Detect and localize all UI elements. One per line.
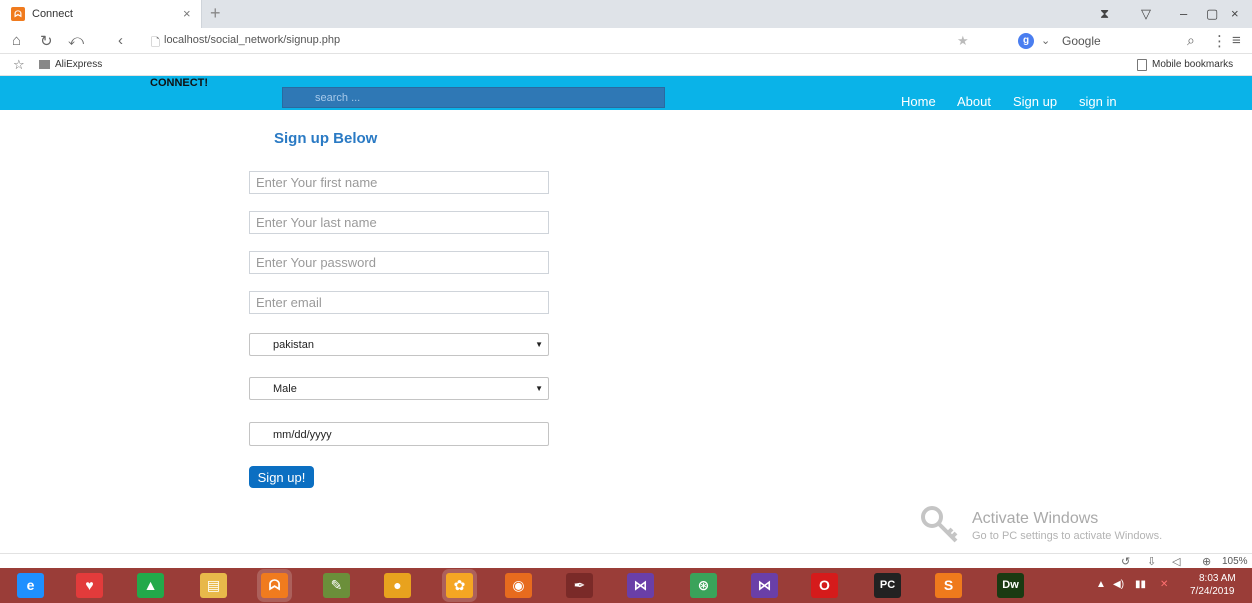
- sound-icon[interactable]: ◁: [1172, 555, 1180, 568]
- clock-time[interactable]: 8:03 AM: [1199, 573, 1236, 584]
- folder-icon: [39, 60, 50, 69]
- activate-windows-title: Activate Windows: [972, 510, 1099, 527]
- zoom-icon[interactable]: ⊕: [1202, 555, 1211, 568]
- visual-studio-icon[interactable]: ⋈: [627, 573, 654, 598]
- nav-sign-up[interactable]: Sign up: [1013, 94, 1057, 109]
- more-icon[interactable]: ⋮: [1212, 32, 1227, 50]
- xampp-icon[interactable]: ᗣ: [261, 573, 288, 598]
- new-tab-icon[interactable]: +: [210, 3, 221, 24]
- volume-icon[interactable]: ◀): [1113, 579, 1124, 590]
- site-brand[interactable]: CONNECT!: [150, 77, 208, 89]
- bookmarks-star-icon[interactable]: ☆: [13, 57, 25, 73]
- google-drive-icon[interactable]: ▲: [137, 573, 164, 598]
- mobile-icon: [1137, 59, 1147, 71]
- visual-studio-2-icon[interactable]: ⋈: [751, 573, 778, 598]
- zoom-level[interactable]: 105%: [1222, 556, 1248, 567]
- windows-taskbar: ▲ ◀) ▮▮ ✕ 8:03 AM 7/24/2019 e ♥ ▲ ▤ ᗣ ✎ ● ✿ ◉ ✒ ⋈ ⊛…: [0, 568, 1252, 603]
- birthdate-field[interactable]: mm/dd/yyyy: [249, 422, 549, 446]
- pycharm-icon[interactable]: PC: [874, 573, 901, 598]
- activate-windows-subtitle: Go to PC settings to activate Windows.: [972, 530, 1163, 542]
- uc-browser-icon[interactable]: ✿: [446, 573, 473, 598]
- dropdown-arrow-icon: ▼: [535, 340, 543, 349]
- android-studio-icon[interactable]: ⊛: [690, 573, 717, 598]
- close-window-icon[interactable]: ×: [1231, 6, 1239, 21]
- sync-icon[interactable]: ⧗: [1100, 6, 1109, 22]
- file-explorer-icon[interactable]: ▤: [200, 573, 227, 598]
- country-select[interactable]: pakistan ▼: [249, 333, 549, 356]
- nav-home[interactable]: Home: [901, 94, 936, 109]
- connect-favicon-icon: ᗣ: [11, 7, 25, 21]
- home-icon[interactable]: ⌂: [12, 32, 21, 49]
- dropdown-arrow-icon: ▼: [535, 384, 543, 393]
- browser-tab-bar: ᗣ Connect × + ⧗ ▽ – ▢ ×: [0, 0, 1252, 28]
- gender-select[interactable]: Male ▼: [249, 377, 549, 400]
- back-icon[interactable]: ‹: [118, 32, 123, 49]
- tab-close-icon[interactable]: ×: [183, 6, 191, 21]
- browser-status-bar: ↺ ⇩ ◁ ⊕ 105%: [0, 553, 1252, 568]
- network-icon[interactable]: ▮▮: [1135, 579, 1146, 590]
- search-icon[interactable]: ⌕: [1187, 32, 1195, 49]
- dreamweaver-icon[interactable]: Dw: [997, 573, 1024, 598]
- sublime-text-icon[interactable]: S: [935, 573, 962, 598]
- chevron-down-icon[interactable]: ⌄: [1041, 34, 1050, 47]
- reload-icon[interactable]: ↻: [40, 32, 53, 50]
- minimize-icon[interactable]: –: [1180, 6, 1187, 21]
- search-engine-name[interactable]: Google: [1062, 34, 1101, 48]
- firefox-icon[interactable]: ◉: [505, 573, 532, 598]
- notepad-icon[interactable]: ✎: [323, 573, 350, 598]
- gender-value: Male: [273, 383, 297, 395]
- first-name-field[interactable]: [249, 171, 549, 194]
- menu-icon[interactable]: ≡: [1232, 32, 1241, 49]
- address-bar: ⌂ ↻ ⤺ ‹ 🗋 localhost/social_network/signu…: [0, 28, 1252, 54]
- clock-date[interactable]: 7/24/2019: [1190, 586, 1235, 597]
- alert-icon[interactable]: ✕: [1160, 579, 1168, 590]
- restore-icon[interactable]: ▢: [1206, 6, 1218, 22]
- shield-icon[interactable]: ▽: [1141, 6, 1151, 22]
- last-name-field[interactable]: [249, 211, 549, 234]
- history-icon[interactable]: ↺: [1121, 555, 1130, 568]
- email-field[interactable]: [249, 291, 549, 314]
- tray-chevron-icon[interactable]: ▲: [1096, 579, 1106, 590]
- birthdate-placeholder: mm/dd/yyyy: [273, 429, 332, 441]
- bookmark-aliexpress[interactable]: AliExpress: [55, 59, 102, 70]
- password-field[interactable]: [249, 251, 549, 274]
- site-navbar: CONNECT! Home About Sign up sign in: [0, 76, 1252, 110]
- url-text[interactable]: localhost/social_network/signup.php: [164, 34, 340, 46]
- sign-up-button[interactable]: Sign up!: [249, 466, 314, 488]
- pen-tool-icon[interactable]: ✒: [566, 573, 593, 598]
- page-icon: 🗋: [151, 37, 160, 49]
- opera-icon[interactable]: O: [811, 573, 838, 598]
- undo-icon[interactable]: ⤺: [68, 32, 84, 49]
- site-search-input[interactable]: [282, 87, 665, 108]
- shield-app-icon[interactable]: ♥: [76, 573, 103, 598]
- bookmarks-bar: ☆ AliExpress Mobile bookmarks: [0, 54, 1252, 76]
- download-icon[interactable]: ⇩: [1147, 555, 1156, 568]
- internet-explorer-icon[interactable]: e: [17, 573, 44, 598]
- chrome-icon[interactable]: ●: [384, 573, 411, 598]
- mobile-bookmarks[interactable]: Mobile bookmarks: [1152, 59, 1233, 70]
- bookmark-star-icon[interactable]: ★: [957, 33, 969, 49]
- form-title: Sign up Below: [274, 130, 378, 147]
- nav-sign-in[interactable]: sign in: [1079, 94, 1117, 109]
- browser-tab[interactable]: ᗣ Connect ×: [0, 0, 202, 28]
- nav-about[interactable]: About: [957, 94, 991, 109]
- tab-title: Connect: [32, 8, 73, 20]
- search-engine-icon[interactable]: g: [1018, 33, 1034, 49]
- key-icon: [921, 506, 958, 543]
- country-value: pakistan: [273, 339, 314, 351]
